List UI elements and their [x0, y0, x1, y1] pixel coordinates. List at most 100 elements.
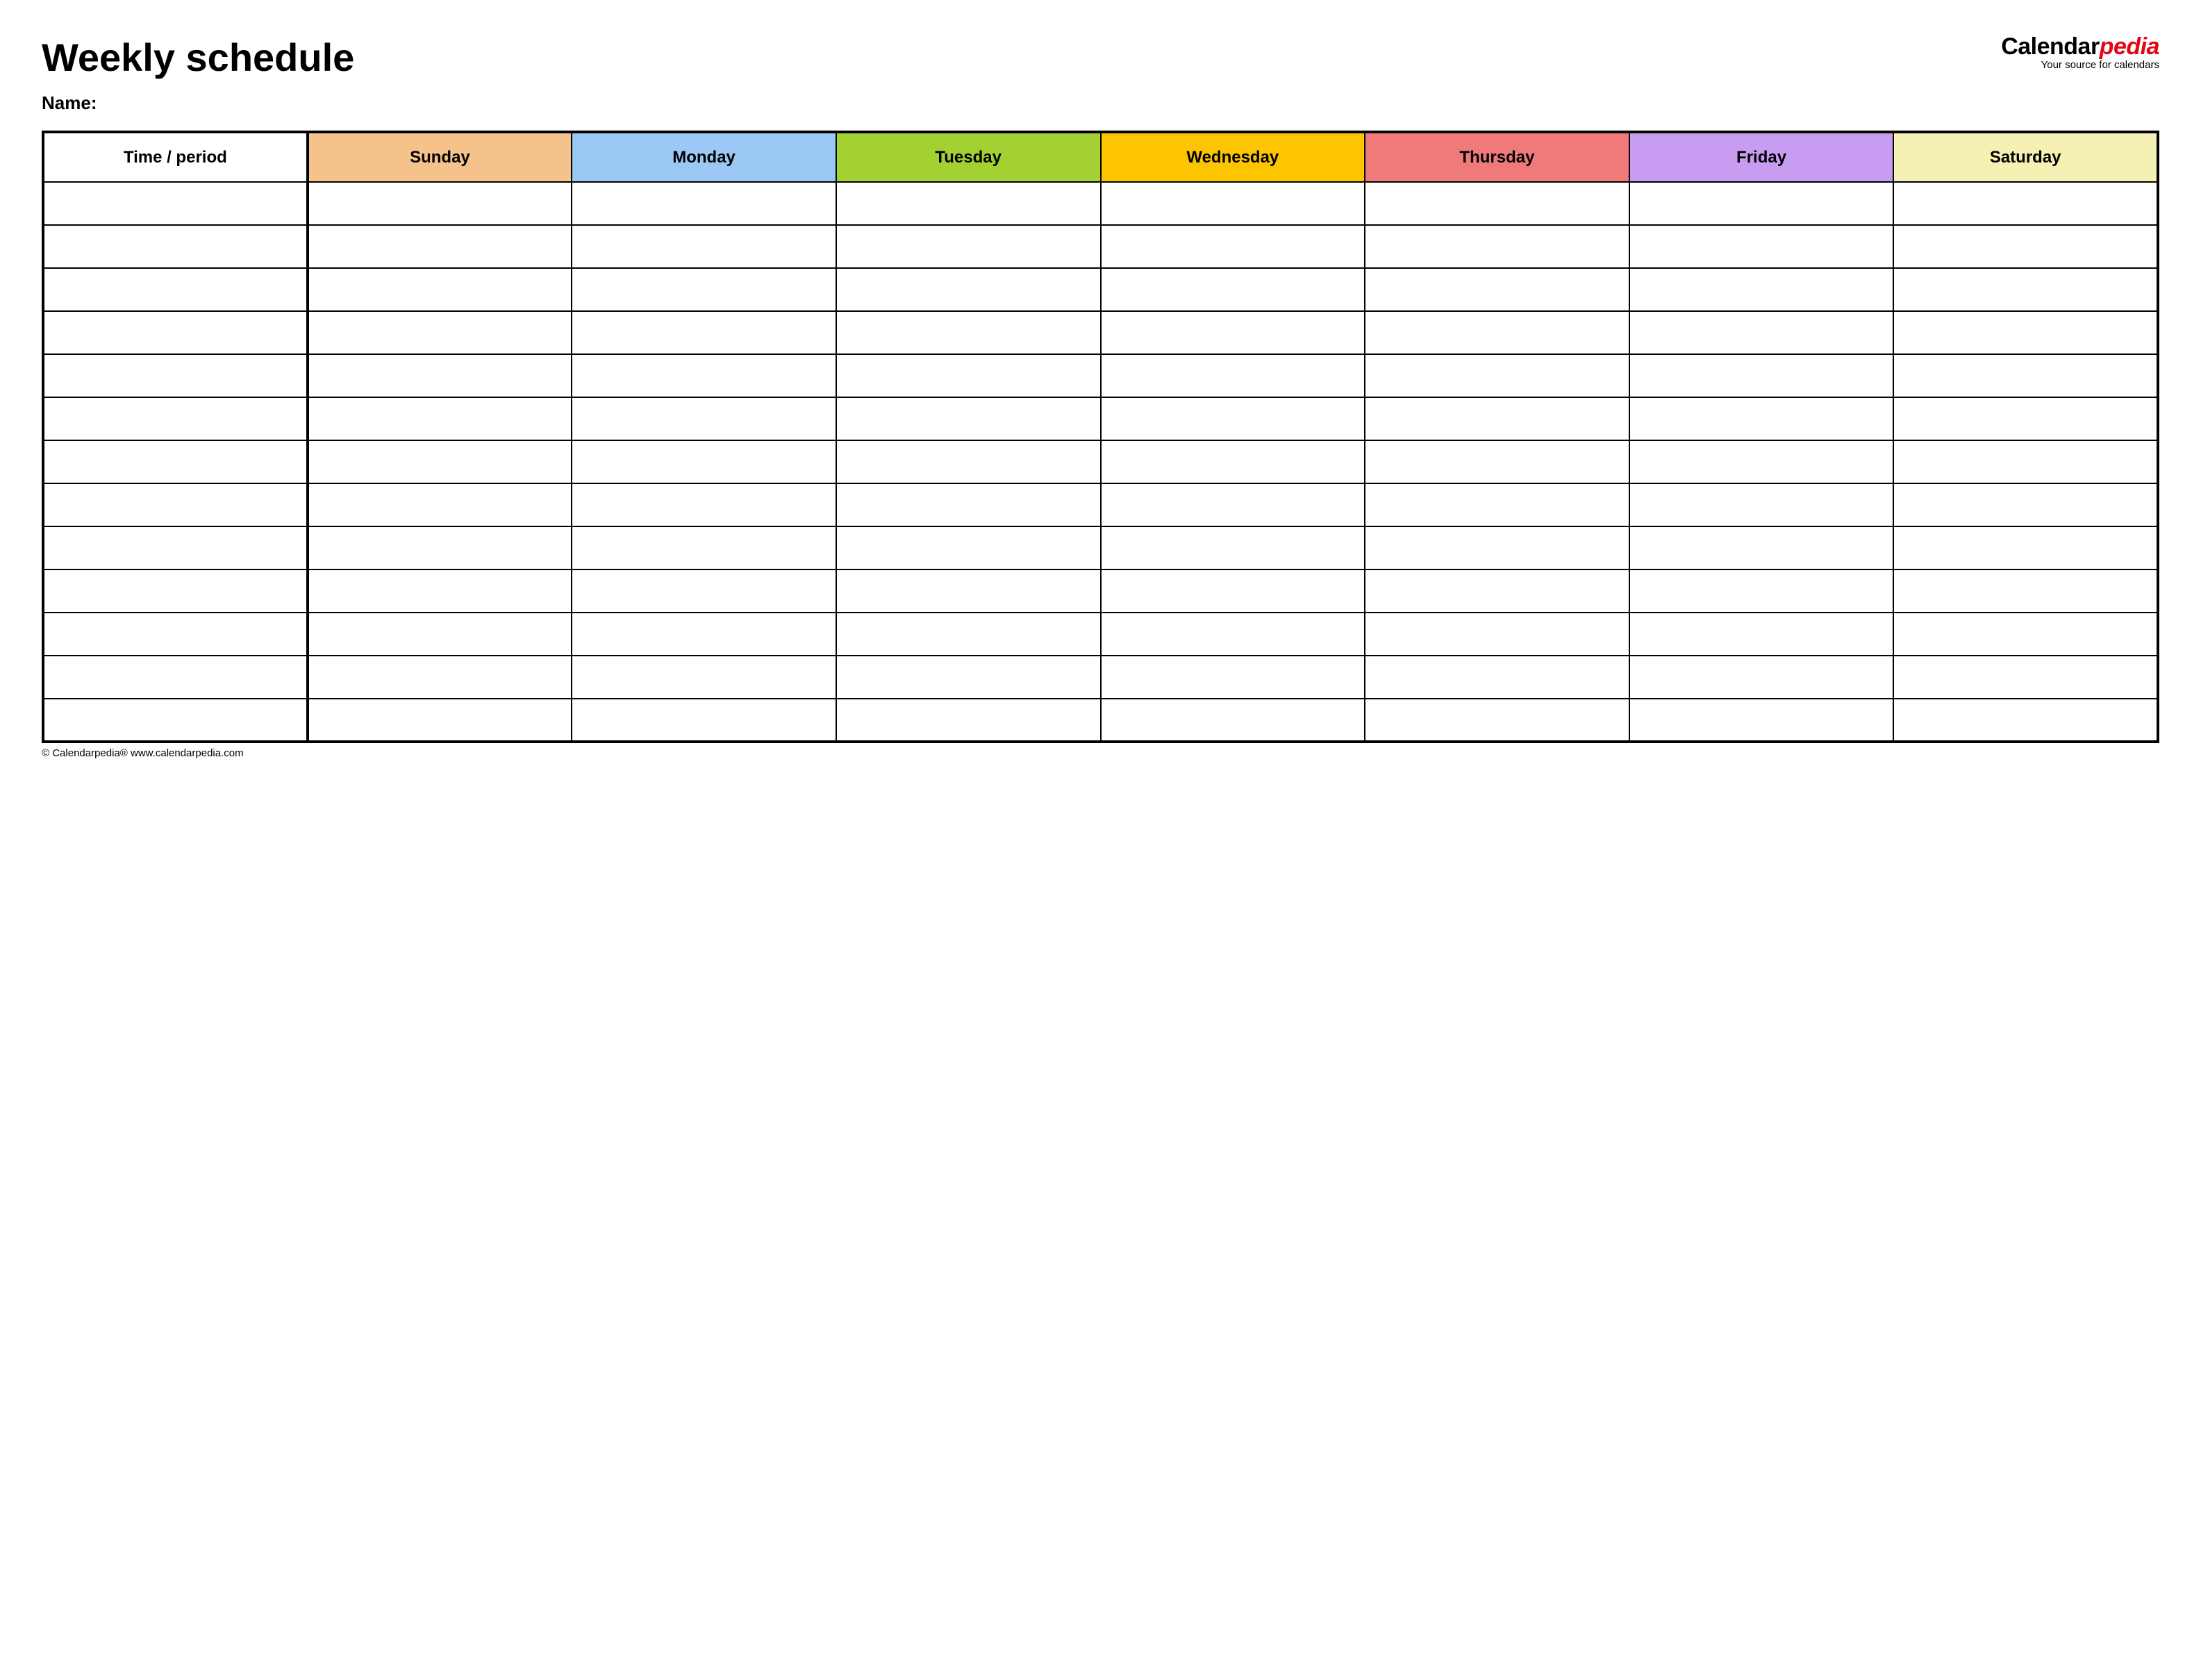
time-cell[interactable]	[43, 569, 308, 613]
schedule-cell[interactable]	[1101, 526, 1365, 569]
time-cell[interactable]	[43, 483, 308, 526]
schedule-cell[interactable]	[308, 311, 572, 354]
schedule-cell[interactable]	[1629, 354, 1894, 397]
schedule-cell[interactable]	[836, 397, 1101, 440]
time-cell[interactable]	[43, 311, 308, 354]
schedule-cell[interactable]	[1101, 311, 1365, 354]
schedule-cell[interactable]	[572, 397, 836, 440]
schedule-cell[interactable]	[1893, 225, 2158, 268]
schedule-cell[interactable]	[1101, 656, 1365, 699]
schedule-cell[interactable]	[1365, 440, 1629, 483]
schedule-cell[interactable]	[1365, 354, 1629, 397]
schedule-cell[interactable]	[836, 526, 1101, 569]
schedule-cell[interactable]	[1365, 483, 1629, 526]
schedule-cell[interactable]	[1365, 569, 1629, 613]
schedule-cell[interactable]	[1893, 656, 2158, 699]
schedule-cell[interactable]	[836, 440, 1101, 483]
schedule-cell[interactable]	[1365, 656, 1629, 699]
schedule-cell[interactable]	[1365, 397, 1629, 440]
schedule-cell[interactable]	[1629, 397, 1894, 440]
schedule-cell[interactable]	[572, 311, 836, 354]
schedule-cell[interactable]	[1101, 440, 1365, 483]
schedule-cell[interactable]	[1629, 656, 1894, 699]
schedule-cell[interactable]	[308, 483, 572, 526]
schedule-cell[interactable]	[1629, 526, 1894, 569]
schedule-cell[interactable]	[1101, 225, 1365, 268]
schedule-cell[interactable]	[1893, 268, 2158, 311]
schedule-cell[interactable]	[1101, 182, 1365, 225]
schedule-cell[interactable]	[572, 613, 836, 656]
schedule-cell[interactable]	[308, 182, 572, 225]
schedule-cell[interactable]	[1365, 613, 1629, 656]
schedule-cell[interactable]	[1893, 397, 2158, 440]
schedule-cell[interactable]	[308, 440, 572, 483]
schedule-cell[interactable]	[1629, 225, 1894, 268]
schedule-cell[interactable]	[572, 483, 836, 526]
schedule-cell[interactable]	[572, 440, 836, 483]
schedule-cell[interactable]	[1629, 311, 1894, 354]
schedule-cell[interactable]	[308, 397, 572, 440]
time-cell[interactable]	[43, 613, 308, 656]
time-cell[interactable]	[43, 440, 308, 483]
schedule-cell[interactable]	[572, 569, 836, 613]
schedule-cell[interactable]	[1893, 526, 2158, 569]
schedule-cell[interactable]	[1101, 483, 1365, 526]
schedule-cell[interactable]	[1629, 699, 1894, 742]
schedule-cell[interactable]	[1629, 268, 1894, 311]
time-cell[interactable]	[43, 354, 308, 397]
schedule-cell[interactable]	[1893, 440, 2158, 483]
schedule-cell[interactable]	[308, 569, 572, 613]
time-cell[interactable]	[43, 268, 308, 311]
schedule-cell[interactable]	[572, 268, 836, 311]
schedule-cell[interactable]	[1101, 569, 1365, 613]
schedule-cell[interactable]	[836, 699, 1101, 742]
time-cell[interactable]	[43, 699, 308, 742]
schedule-cell[interactable]	[572, 354, 836, 397]
schedule-cell[interactable]	[1629, 440, 1894, 483]
time-cell[interactable]	[43, 526, 308, 569]
schedule-cell[interactable]	[308, 354, 572, 397]
schedule-cell[interactable]	[1101, 613, 1365, 656]
schedule-cell[interactable]	[836, 483, 1101, 526]
schedule-cell[interactable]	[836, 311, 1101, 354]
schedule-cell[interactable]	[1101, 397, 1365, 440]
schedule-cell[interactable]	[572, 526, 836, 569]
schedule-cell[interactable]	[836, 613, 1101, 656]
schedule-cell[interactable]	[836, 569, 1101, 613]
schedule-cell[interactable]	[572, 225, 836, 268]
schedule-cell[interactable]	[836, 225, 1101, 268]
schedule-cell[interactable]	[836, 656, 1101, 699]
time-cell[interactable]	[43, 397, 308, 440]
schedule-cell[interactable]	[1893, 569, 2158, 613]
schedule-cell[interactable]	[572, 182, 836, 225]
schedule-cell[interactable]	[308, 225, 572, 268]
schedule-cell[interactable]	[1893, 354, 2158, 397]
schedule-cell[interactable]	[1893, 699, 2158, 742]
schedule-cell[interactable]	[1893, 613, 2158, 656]
schedule-cell[interactable]	[1365, 268, 1629, 311]
schedule-cell[interactable]	[572, 656, 836, 699]
time-cell[interactable]	[43, 225, 308, 268]
schedule-cell[interactable]	[308, 656, 572, 699]
schedule-cell[interactable]	[1893, 483, 2158, 526]
schedule-cell[interactable]	[1365, 526, 1629, 569]
schedule-cell[interactable]	[1101, 699, 1365, 742]
schedule-cell[interactable]	[1629, 613, 1894, 656]
schedule-cell[interactable]	[836, 268, 1101, 311]
schedule-cell[interactable]	[1629, 483, 1894, 526]
schedule-cell[interactable]	[1629, 569, 1894, 613]
schedule-cell[interactable]	[1365, 182, 1629, 225]
schedule-cell[interactable]	[308, 268, 572, 311]
schedule-cell[interactable]	[836, 354, 1101, 397]
schedule-cell[interactable]	[308, 526, 572, 569]
schedule-cell[interactable]	[1101, 268, 1365, 311]
schedule-cell[interactable]	[1101, 354, 1365, 397]
schedule-cell[interactable]	[1365, 699, 1629, 742]
schedule-cell[interactable]	[1893, 182, 2158, 225]
schedule-cell[interactable]	[308, 699, 572, 742]
schedule-cell[interactable]	[1365, 225, 1629, 268]
schedule-cell[interactable]	[572, 699, 836, 742]
time-cell[interactable]	[43, 656, 308, 699]
time-cell[interactable]	[43, 182, 308, 225]
schedule-cell[interactable]	[308, 613, 572, 656]
